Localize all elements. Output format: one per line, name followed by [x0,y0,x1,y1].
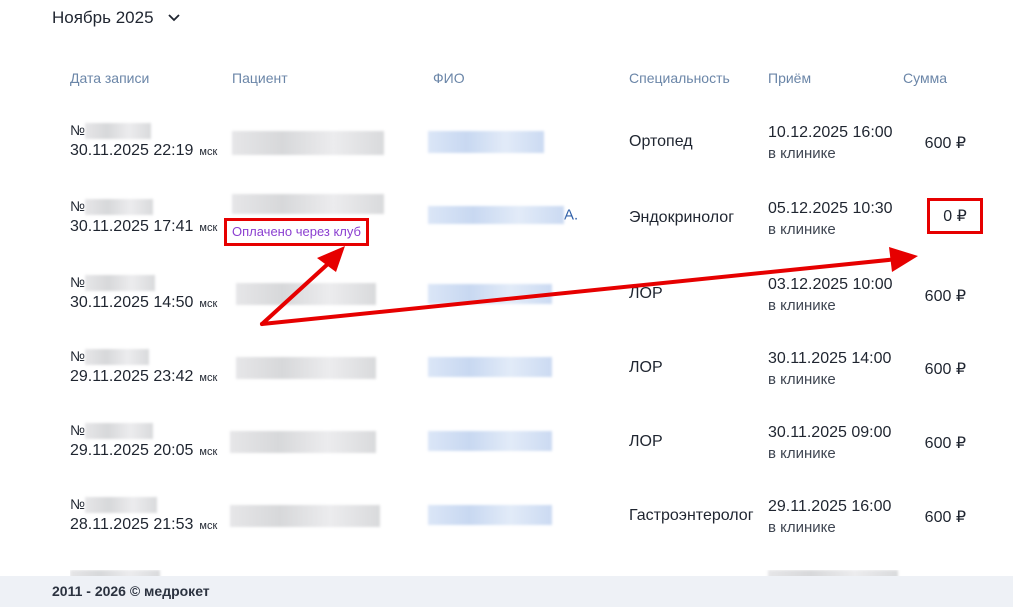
copyright: 2011 - 2026 © медрокет [52,583,210,599]
arrowhead-sum [889,247,918,272]
footer: 2011 - 2026 © медрокет [0,576,1013,607]
arrow-to-badge [260,260,332,326]
annotation-arrows [260,246,918,326]
arrow-to-sum [260,257,900,326]
